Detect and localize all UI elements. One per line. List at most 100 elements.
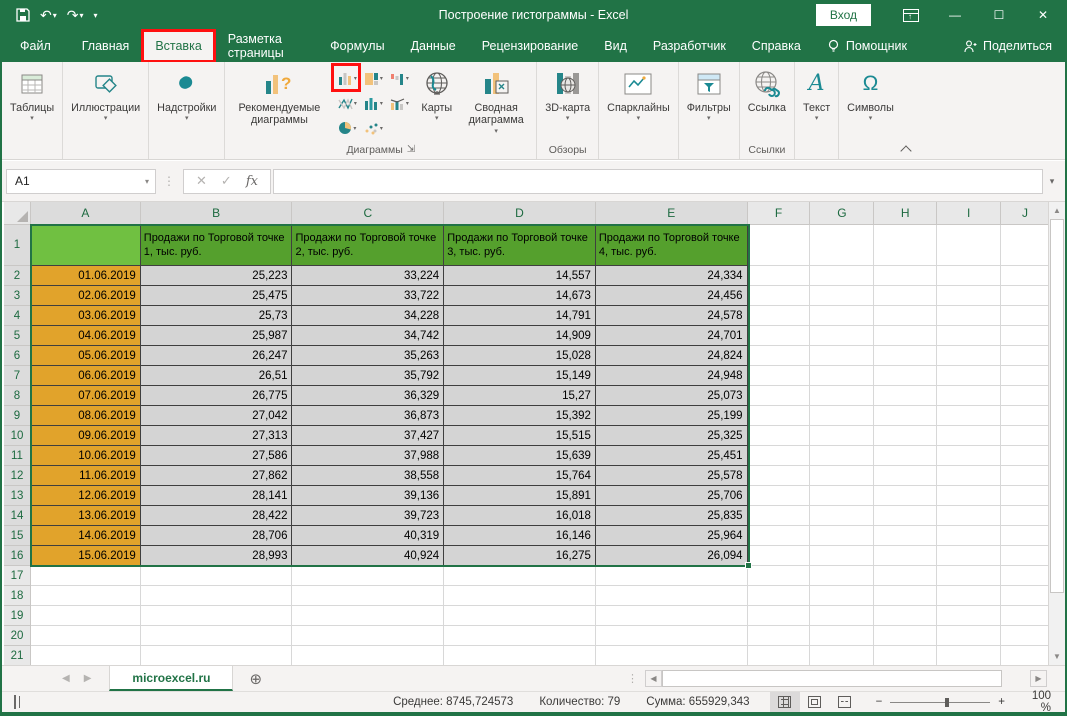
cell-value[interactable]: 26,247 bbox=[141, 346, 293, 366]
cell-value[interactable]: 28,706 bbox=[141, 526, 293, 546]
cell-empty[interactable] bbox=[596, 646, 748, 666]
cell-value[interactable]: 15,028 bbox=[444, 346, 596, 366]
cell-date[interactable]: 08.06.2019 bbox=[31, 406, 141, 426]
cell-empty[interactable] bbox=[810, 566, 874, 586]
cell-value[interactable]: 40,924 bbox=[292, 546, 444, 566]
map3d-button[interactable]: 3D-карта ▾ bbox=[539, 64, 596, 142]
cell-empty[interactable] bbox=[937, 646, 1001, 666]
undo-button[interactable]: ↶▾ bbox=[40, 7, 57, 24]
cell-empty[interactable] bbox=[874, 426, 937, 446]
name-box[interactable]: A1 ▾ bbox=[6, 169, 156, 194]
cell-empty[interactable] bbox=[748, 286, 811, 306]
cell-value[interactable]: 16,275 bbox=[444, 546, 596, 566]
insert-combo-chart-button[interactable]: ▾ bbox=[386, 91, 412, 116]
column-header-B[interactable]: B bbox=[141, 202, 293, 225]
cell-value[interactable]: 24,824 bbox=[596, 346, 748, 366]
pivot-chart-button[interactable]: Сводная диаграмма ▾ bbox=[458, 64, 534, 142]
cell-value[interactable]: 27,586 bbox=[141, 446, 293, 466]
tab-developer[interactable]: Разработчик bbox=[640, 30, 739, 62]
column-header-D[interactable]: D bbox=[444, 202, 596, 225]
text-button[interactable]: A Текст ▾ bbox=[797, 64, 836, 142]
select-all-button[interactable] bbox=[4, 202, 31, 225]
cell-empty[interactable] bbox=[874, 406, 937, 426]
symbols-button[interactable]: Ω Символы ▾ bbox=[841, 64, 900, 142]
cell-empty[interactable] bbox=[874, 446, 937, 466]
cell-value[interactable]: 25,325 bbox=[596, 426, 748, 446]
cell-empty[interactable] bbox=[1001, 426, 1050, 446]
cell-empty[interactable] bbox=[874, 646, 937, 666]
cell-value[interactable]: 26,51 bbox=[141, 366, 293, 386]
cell-date[interactable]: 03.06.2019 bbox=[31, 306, 141, 326]
expand-formula-bar-icon[interactable]: ▾ bbox=[1043, 176, 1061, 187]
cell-empty[interactable] bbox=[937, 626, 1001, 646]
cell-empty[interactable] bbox=[292, 566, 444, 586]
vertical-scrollbar[interactable]: ▲ ▼ bbox=[1048, 202, 1065, 665]
row-header-15[interactable]: 15 bbox=[4, 526, 31, 546]
column-header-E[interactable]: E bbox=[596, 202, 748, 225]
cell-date[interactable]: 05.06.2019 bbox=[31, 346, 141, 366]
cell-empty[interactable] bbox=[444, 606, 596, 626]
cell-value[interactable]: 37,427 bbox=[292, 426, 444, 446]
cell-value[interactable]: 25,451 bbox=[596, 446, 748, 466]
tab-data[interactable]: Данные bbox=[398, 30, 469, 62]
cell-value[interactable]: 39,723 bbox=[292, 506, 444, 526]
cell-empty[interactable] bbox=[596, 606, 748, 626]
cell-value[interactable]: 39,136 bbox=[292, 486, 444, 506]
cell-empty[interactable] bbox=[810, 346, 874, 366]
cell-value[interactable]: 24,334 bbox=[596, 266, 748, 286]
row-header-20[interactable]: 20 bbox=[4, 626, 31, 646]
cell-empty[interactable] bbox=[937, 266, 1001, 286]
cell-date[interactable]: 14.06.2019 bbox=[31, 526, 141, 546]
cell-value[interactable]: 24,701 bbox=[596, 326, 748, 346]
customize-qat-button[interactable]: ▾ bbox=[94, 11, 98, 20]
cell-empty[interactable] bbox=[292, 606, 444, 626]
row-header-6[interactable]: 6 bbox=[4, 346, 31, 366]
tab-help[interactable]: Справка bbox=[739, 30, 814, 62]
next-sheet-icon[interactable]: ▶ bbox=[84, 673, 92, 684]
cell-empty[interactable] bbox=[596, 566, 748, 586]
cell-empty[interactable] bbox=[141, 586, 293, 606]
cell-empty[interactable] bbox=[31, 586, 141, 606]
cell-empty[interactable] bbox=[748, 606, 811, 626]
cancel-entry-icon[interactable]: ✕ bbox=[196, 173, 207, 189]
cell-value[interactable]: 14,673 bbox=[444, 286, 596, 306]
cell-empty[interactable] bbox=[748, 586, 811, 606]
cell-value[interactable]: 37,988 bbox=[292, 446, 444, 466]
collapse-ribbon-icon[interactable] bbox=[902, 144, 911, 153]
cell-empty[interactable] bbox=[748, 486, 811, 506]
fill-handle[interactable] bbox=[745, 562, 752, 569]
tab-share[interactable]: Поделиться bbox=[950, 30, 1065, 62]
cell-empty[interactable] bbox=[1001, 306, 1050, 326]
insert-column-chart-button[interactable]: ▾ bbox=[334, 66, 360, 91]
scroll-up-icon[interactable]: ▲ bbox=[1049, 202, 1065, 219]
cell-empty[interactable] bbox=[1001, 225, 1050, 266]
cell-empty[interactable] bbox=[748, 386, 811, 406]
column-header-C[interactable]: C bbox=[292, 202, 444, 225]
row-header-8[interactable]: 8 bbox=[4, 386, 31, 406]
cell-value[interactable]: 15,27 bbox=[444, 386, 596, 406]
cell-date[interactable]: 07.06.2019 bbox=[31, 386, 141, 406]
cell-empty[interactable] bbox=[748, 366, 811, 386]
cell-date[interactable]: 13.06.2019 bbox=[31, 506, 141, 526]
cell-value[interactable]: 15,639 bbox=[444, 446, 596, 466]
maps-button[interactable]: Карты ▾ bbox=[415, 64, 458, 142]
cell-empty[interactable] bbox=[937, 566, 1001, 586]
insert-line-chart-button[interactable]: ▾ bbox=[334, 91, 360, 116]
cell-empty[interactable] bbox=[874, 266, 937, 286]
tab-view[interactable]: Вид bbox=[591, 30, 640, 62]
row-header-13[interactable]: 13 bbox=[4, 486, 31, 506]
cell-empty[interactable] bbox=[810, 546, 874, 566]
cell-empty[interactable] bbox=[810, 286, 874, 306]
tab-file[interactable]: Файл bbox=[2, 30, 69, 62]
cell-empty[interactable] bbox=[1001, 446, 1050, 466]
cell-value[interactable]: 15,149 bbox=[444, 366, 596, 386]
tab-home[interactable]: Главная bbox=[69, 30, 143, 62]
cell-series-header[interactable]: Продажи по Торговой точке 1, тыс. руб. bbox=[141, 225, 293, 266]
row-header-7[interactable]: 7 bbox=[4, 366, 31, 386]
horizontal-scrollbar-thumb[interactable] bbox=[662, 670, 1002, 687]
cell-empty[interactable] bbox=[444, 566, 596, 586]
row-header-4[interactable]: 4 bbox=[4, 306, 31, 326]
cell-empty[interactable] bbox=[292, 626, 444, 646]
illustrations-button[interactable]: Иллюстрации ▾ bbox=[65, 64, 146, 142]
cell-value[interactable]: 16,018 bbox=[444, 506, 596, 526]
